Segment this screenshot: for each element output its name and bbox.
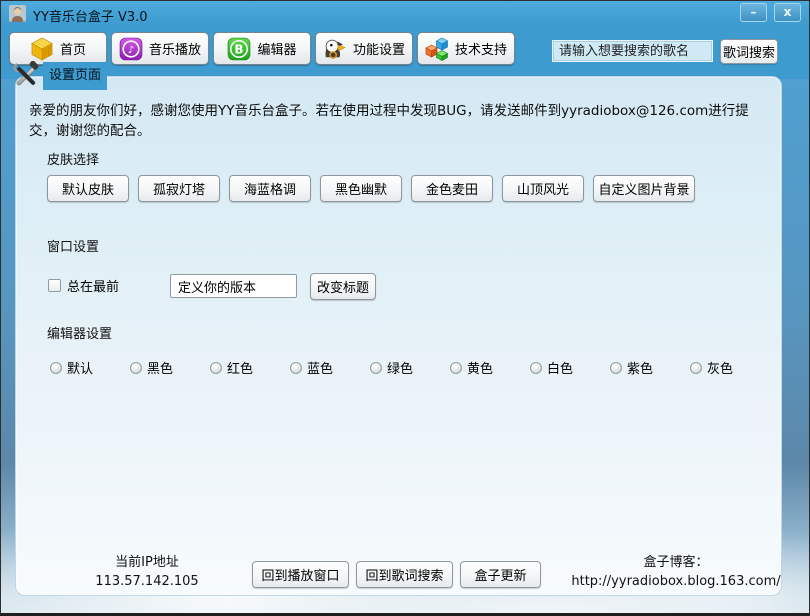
tab-home-label: 首页 [60,39,86,58]
version-title-input[interactable] [170,274,297,298]
settings-group-label: 设置页面 [11,62,107,90]
radio-circle[interactable] [450,362,462,374]
radio-option-purple[interactable]: 紫色 [610,358,690,377]
settings-panel: 亲爱的朋友你们好，感谢您使用YY音乐台盒子。若在使用过程中发现BUG，请发送邮件… [15,76,782,596]
app-avatar-icon [9,5,26,22]
radio-label: 紫色 [627,358,653,377]
search-input[interactable] [552,40,713,62]
ip-value: 113.57.142.105 [62,573,232,592]
radio-circle[interactable] [610,362,622,374]
radio-option-black[interactable]: 黑色 [130,358,210,377]
ip-label: 当前IP地址 [62,554,232,573]
back-to-lyrics-button[interactable]: 回到歌词搜索 [356,561,453,588]
minimize-button[interactable]: – [740,3,767,22]
welcome-message: 亲爱的朋友你们好，感谢您使用YY音乐台盒子。若在使用过程中发现BUG，请发送邮件… [29,99,771,139]
radio-label: 黑色 [147,358,173,377]
lyrics-search-button[interactable]: 歌词搜索 [720,39,778,64]
radio-option-default[interactable]: 默认 [50,358,130,377]
app-window: YY音乐台盒子 V3.0 – x 首页 [0,0,810,616]
tab-support-label: 技术支持 [455,39,507,58]
settings-group-title: 设置页面 [43,62,107,90]
skin-button-black-humor[interactable]: 黑色幽默 [320,175,402,202]
window-section-label: 窗口设置 [47,236,99,255]
radio-circle[interactable] [530,362,542,374]
skin-button-default[interactable]: 默认皮肤 [47,175,129,202]
tab-editor-label: 编辑器 [257,39,296,58]
tab-settings-label: 功能设置 [353,39,405,58]
radio-option-red[interactable]: 红色 [210,358,290,377]
radio-option-yellow[interactable]: 黄色 [450,358,530,377]
tab-support[interactable]: 技术支持 [417,32,515,65]
window-title: YY音乐台盒子 V3.0 [33,6,148,25]
skin-button-golden-wheat[interactable]: 金色麦田 [411,175,493,202]
home-cube-icon [30,37,54,61]
radio-label: 红色 [227,358,253,377]
radio-label: 黄色 [467,358,493,377]
back-to-player-button[interactable]: 回到播放窗口 [252,561,349,588]
radio-circle[interactable] [690,362,702,374]
radio-circle[interactable] [50,362,62,374]
radio-option-blue[interactable]: 蓝色 [290,358,370,377]
current-ip-block: 当前IP地址 113.57.142.105 [62,554,232,592]
tab-music-player[interactable]: ♪ 音乐播放 [111,32,209,65]
skin-button-row: 默认皮肤 孤寂灯塔 海蓝格调 黑色幽默 金色麦田 山顶风光 自定义图片背景 [47,175,695,202]
radio-option-gray[interactable]: 灰色 [690,358,770,377]
skin-button-mountain-view[interactable]: 山顶风光 [502,175,584,202]
svg-text:♪: ♪ [128,44,134,55]
editor-b-icon: B [227,37,251,61]
always-on-top-checkbox[interactable]: 总在最前 [48,276,119,295]
radio-option-white[interactable]: 白色 [530,358,610,377]
music-note-icon: ♪ [119,37,143,61]
blog-url: http://yyradiobox.blog.163.com/ [558,573,794,592]
always-on-top-label: 总在最前 [67,276,119,295]
blog-block: 盒子博客： http://yyradiobox.blog.163.com/ [558,554,794,592]
main-toolbar: 首页 ♪ 音乐播放 B 编辑器 [9,32,515,65]
tools-icon [11,61,41,91]
radio-label: 蓝色 [307,358,333,377]
editor-color-radio-group: 默认 黑色 红色 蓝色 绿色 黄色 白色 紫色 [50,358,770,377]
skin-button-sea-blue[interactable]: 海蓝格调 [229,175,311,202]
skin-button-lighthouse[interactable]: 孤寂灯塔 [138,175,220,202]
svg-text:B: B [235,42,244,56]
editor-section-label: 编辑器设置 [47,323,112,342]
radio-label: 白色 [547,358,573,377]
radio-circle[interactable] [290,362,302,374]
skin-section-label: 皮肤选择 [47,149,99,168]
change-title-button[interactable]: 改变标题 [310,273,376,300]
radio-option-green[interactable]: 绿色 [370,358,450,377]
radio-circle[interactable] [130,362,142,374]
checkbox-box[interactable] [48,279,61,292]
radio-label: 灰色 [707,358,733,377]
radio-circle[interactable] [370,362,382,374]
tab-editor[interactable]: B 编辑器 [213,32,311,65]
radio-label: 默认 [67,358,93,377]
radio-circle[interactable] [210,362,222,374]
radio-label: 绿色 [387,358,413,377]
tab-music-player-label: 音乐播放 [149,39,201,58]
skin-button-custom-background[interactable]: 自定义图片背景 [593,175,695,202]
title-bar: YY音乐台盒子 V3.0 – x [1,1,809,27]
blog-label: 盒子博客： [558,554,794,573]
box-update-button[interactable]: 盒子更新 [460,561,541,588]
cubes-icon [425,37,449,61]
tab-settings[interactable]: 功能设置 [315,32,413,65]
eagle-icon [323,37,347,61]
close-button[interactable]: x [774,3,801,22]
